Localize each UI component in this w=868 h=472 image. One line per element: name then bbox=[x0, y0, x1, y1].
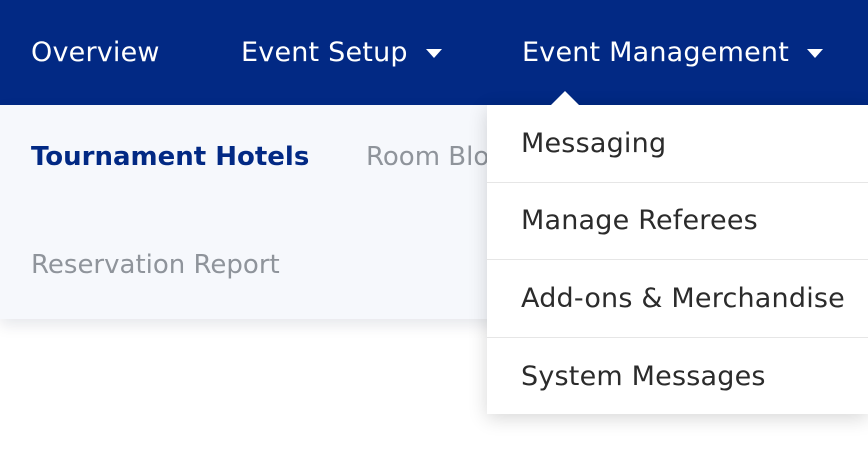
nav-event-setup-label: Event Setup bbox=[241, 37, 408, 68]
top-navigation-bar: Overview Event Setup Event Management bbox=[0, 0, 868, 105]
menu-item-messaging[interactable]: Messaging bbox=[487, 105, 868, 183]
nav-event-management-label: Event Management bbox=[522, 37, 789, 68]
menu-item-manage-referees[interactable]: Manage Referees bbox=[487, 183, 868, 260]
menu-item-system-messages[interactable]: System Messages bbox=[487, 338, 868, 416]
event-management-dropdown-menu: Messaging Manage Referees Add-ons & Merc… bbox=[487, 105, 868, 414]
menu-item-add-ons-merchandise[interactable]: Add-ons & Merchandise bbox=[487, 260, 868, 338]
subnav-reservation-report[interactable]: Reservation Report bbox=[31, 250, 280, 280]
chevron-down-icon bbox=[425, 49, 442, 58]
nav-overview-label: Overview bbox=[31, 37, 160, 68]
nav-overview[interactable]: Overview bbox=[31, 0, 160, 105]
dropdown-pointer bbox=[550, 91, 580, 106]
nav-event-management[interactable]: Event Management bbox=[522, 0, 823, 105]
subnav-tournament-hotels[interactable]: Tournament Hotels bbox=[31, 142, 309, 172]
menu-item-label: Messaging bbox=[521, 127, 667, 159]
menu-item-label: Add-ons & Merchandise bbox=[521, 282, 845, 314]
menu-item-label: System Messages bbox=[521, 360, 766, 392]
menu-item-label: Manage Referees bbox=[521, 205, 758, 237]
nav-event-setup[interactable]: Event Setup bbox=[241, 0, 442, 105]
chevron-down-icon bbox=[807, 49, 823, 58]
